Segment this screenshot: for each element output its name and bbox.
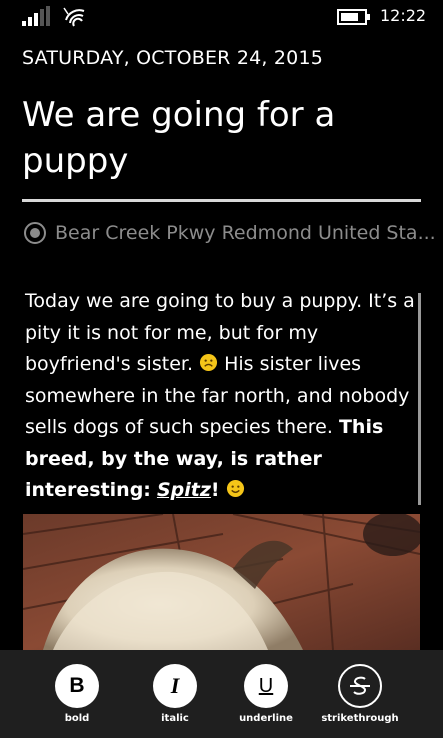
app-bar: B bold I italic U underline strikethroug…	[0, 650, 443, 738]
scroll-indicator	[418, 293, 421, 505]
battery-icon	[337, 9, 370, 25]
status-bar: 12:22	[0, 0, 443, 34]
bold-icon: B	[55, 664, 99, 708]
signal-bars-icon	[22, 6, 50, 26]
body-bold-end: !	[210, 479, 220, 501]
smile-face-icon	[226, 479, 244, 498]
strikethrough-button[interactable]: strikethrough	[305, 650, 415, 738]
italic-icon: I	[153, 664, 197, 708]
puppy-photo[interactable]	[23, 514, 420, 650]
location-text[interactable]: Bear Creek Pkwy Redmond United Sta...	[55, 220, 436, 246]
strikethrough-icon	[338, 664, 382, 708]
clock: 12:22	[380, 6, 427, 25]
bold-button[interactable]: B bold	[22, 650, 132, 738]
wifi-icon	[63, 7, 85, 27]
spitz-link[interactable]: Spitz	[157, 479, 211, 501]
bold-label: bold	[64, 713, 90, 724]
entry-title-input[interactable]: We are going for a puppy	[22, 92, 412, 184]
strikethrough-glyph-icon	[350, 676, 370, 695]
entry-body-editor[interactable]: Today we are going to buy a puppy. It’s …	[25, 286, 415, 507]
sad-face-icon	[199, 353, 218, 372]
location-radio-icon[interactable]	[23, 221, 47, 245]
underline-icon: U	[244, 664, 288, 708]
title-underline	[22, 199, 421, 202]
strikethrough-label: strikethrough	[321, 713, 399, 724]
entry-date[interactable]: SATURDAY, OCTOBER 24, 2015	[22, 45, 323, 71]
